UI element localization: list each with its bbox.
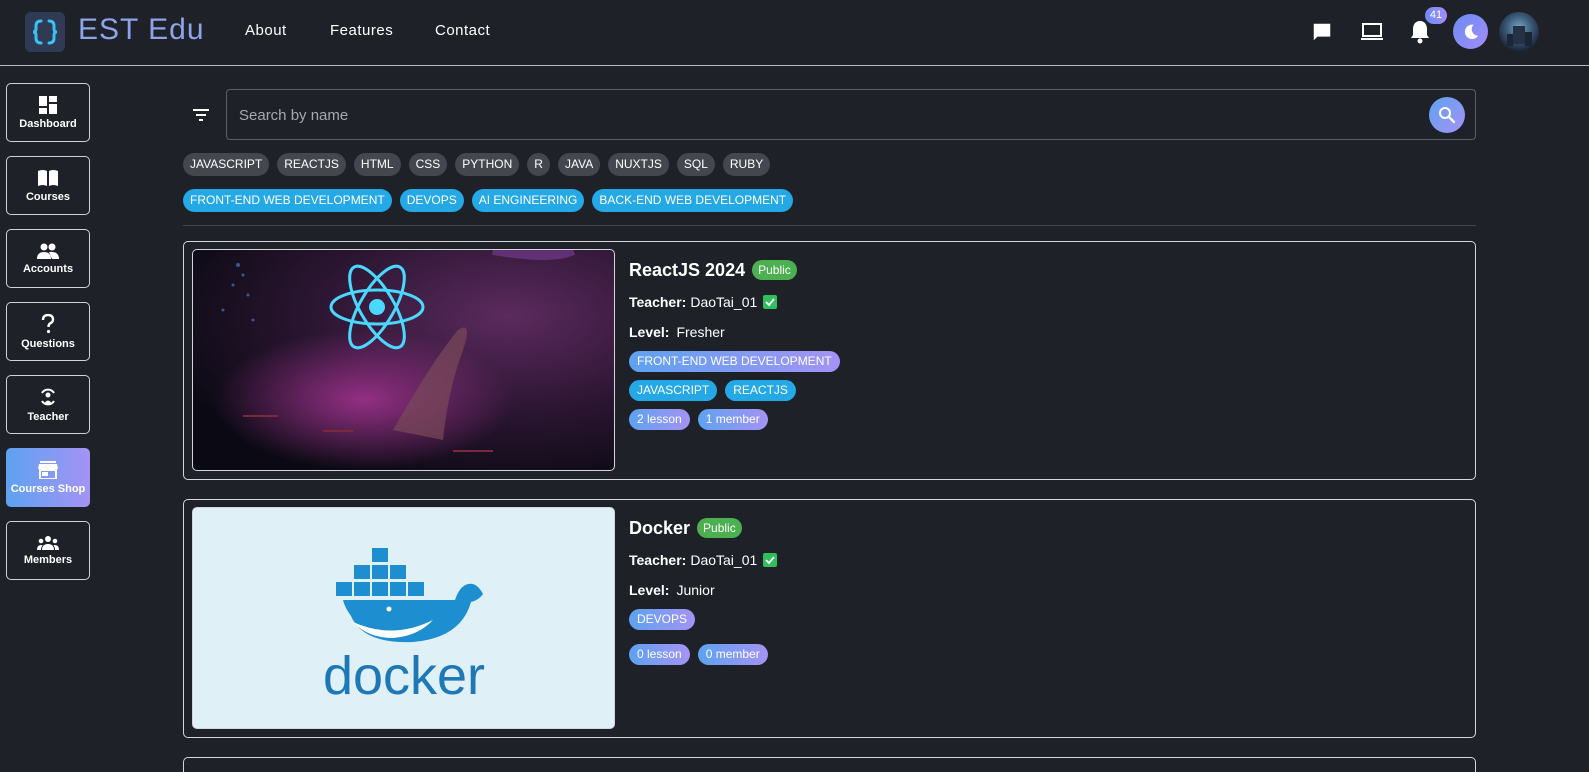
docker-logo-icon: docker — [323, 548, 485, 706]
course-title[interactable]: Docker — [629, 518, 690, 539]
verified-check-icon — [763, 295, 778, 309]
member-count: 0 member — [697, 644, 768, 665]
level-value: Fresher — [676, 324, 725, 340]
question-icon — [41, 313, 55, 333]
moon-icon — [1464, 24, 1478, 39]
chip-ruby[interactable]: RUBY — [722, 153, 771, 176]
level-line: Level: Fresher — [629, 322, 840, 342]
language-tag: REACTJS — [725, 380, 796, 401]
course-info: Docker Public Teacher: DaoTai_01 Level: … — [629, 516, 778, 665]
sidebar-item-courses[interactable]: Courses — [6, 156, 90, 215]
teacher-name[interactable]: DaoTai_01 — [690, 552, 757, 568]
chat-icon[interactable] — [1307, 17, 1337, 47]
react-logo-icon — [213, 250, 576, 470]
filter-icon[interactable] — [190, 104, 212, 126]
teacher-label: Teacher: — [629, 294, 687, 310]
category-tags: DEVOPS — [629, 609, 777, 630]
teacher-label: Teacher: — [629, 552, 687, 568]
verified-check-icon — [763, 553, 778, 567]
brand-name[interactable]: EST Edu — [78, 13, 205, 47]
chip-html[interactable]: HTML — [353, 153, 401, 176]
chip-r[interactable]: R — [527, 153, 550, 176]
course-stats: 0 lesson 0 member — [629, 644, 777, 665]
search-icon — [1439, 107, 1456, 124]
sidebar-item-label: Courses Shop — [10, 482, 86, 495]
sidebar-item-courses-shop[interactable]: Courses Shop — [6, 448, 90, 507]
lesson-count: 2 lesson — [629, 409, 690, 430]
people-icon — [37, 243, 59, 259]
nav-contact-link[interactable]: Contact — [435, 22, 490, 39]
book-icon — [38, 169, 58, 186]
category-tag: DEVOPS — [629, 609, 696, 630]
language-tags: JAVASCRIPT REACTJS — [629, 380, 840, 401]
sidebar-item-label: Courses — [25, 190, 71, 203]
sidebar-item-label: Questions — [21, 337, 75, 350]
nav-features-link[interactable]: Features — [330, 22, 393, 39]
teacher-icon — [41, 388, 55, 405]
teacher-line: Teacher: DaoTai_01 — [629, 550, 778, 570]
sidebar-item-members[interactable]: Members — [6, 521, 90, 580]
chip-reactjs[interactable]: REACTJS — [277, 153, 346, 176]
dark-mode-toggle[interactable] — [1453, 14, 1488, 49]
course-title[interactable]: ReactJS 2024 — [629, 260, 745, 281]
brand-logo-icon[interactable] — [25, 12, 65, 52]
course-info: ReactJS 2024 Public Teacher: DaoTai_01 L… — [629, 258, 840, 430]
sidebar-item-label: Teacher — [27, 410, 69, 423]
member-count: 1 member — [697, 409, 768, 430]
level-line: Level: Junior — [629, 580, 777, 600]
course-thumbnail — [192, 249, 615, 471]
level-label: Level: — [629, 582, 670, 598]
chip-front-end[interactable]: FRONT-END WEB DEVELOPMENT — [183, 189, 392, 212]
sidebar-item-teacher[interactable]: Teacher — [6, 375, 90, 434]
public-badge: Public — [752, 260, 797, 280]
teacher-line: Teacher: DaoTai_01 — [629, 292, 840, 312]
divider — [183, 225, 1476, 226]
chip-java[interactable]: JAVA — [557, 153, 601, 176]
search-button[interactable] — [1429, 97, 1465, 133]
sidebar-item-accounts[interactable]: Accounts — [6, 229, 90, 288]
chip-nuxtjs[interactable]: NUXTJS — [608, 153, 669, 176]
category-tags: FRONT-END WEB DEVELOPMENT — [629, 351, 840, 372]
chip-devops[interactable]: DEVOPS — [399, 189, 464, 212]
dashboard-icon — [39, 95, 57, 114]
course-thumbnail: docker — [192, 507, 615, 729]
category-filter-chips: FRONT-END WEB DEVELOPMENT DEVOPS AI ENGI… — [183, 189, 794, 212]
course-card[interactable]: docker Docker Public Teacher: DaoTai_01 … — [183, 499, 1476, 738]
sidebar-item-label: Accounts — [22, 262, 74, 275]
course-card[interactable] — [183, 757, 1476, 772]
lesson-count: 0 lesson — [629, 644, 690, 665]
store-icon — [38, 460, 58, 479]
search-input[interactable] — [239, 104, 1419, 126]
teacher-name[interactable]: DaoTai_01 — [690, 294, 757, 310]
public-badge: Public — [697, 518, 742, 538]
sidebar-item-questions[interactable]: Questions — [6, 302, 90, 361]
chip-sql[interactable]: SQL — [676, 153, 715, 176]
chip-javascript[interactable]: JAVASCRIPT — [183, 153, 270, 176]
level-value: Junior — [676, 582, 715, 598]
chip-ai-engineering[interactable]: AI ENGINEERING — [471, 189, 585, 212]
docker-logo-text: docker — [323, 646, 485, 706]
chip-css[interactable]: CSS — [408, 153, 448, 176]
course-stats: 2 lesson 1 member — [629, 409, 840, 430]
chip-back-end[interactable]: BACK-END WEB DEVELOPMENT — [592, 189, 794, 212]
level-label: Level: — [629, 324, 670, 340]
group-icon — [37, 535, 59, 550]
laptop-icon[interactable] — [1357, 17, 1387, 47]
course-card[interactable]: ReactJS 2024 Public Teacher: DaoTai_01 L… — [183, 241, 1476, 480]
user-avatar[interactable] — [1499, 12, 1539, 52]
nav-about-link[interactable]: About — [245, 22, 287, 39]
language-filter-chips: JAVASCRIPT REACTJS HTML CSS PYTHON R JAV… — [183, 153, 771, 176]
notification-count-badge: 41 — [1425, 7, 1447, 24]
search-box — [226, 89, 1476, 140]
chip-python[interactable]: PYTHON — [455, 153, 520, 176]
category-tag: FRONT-END WEB DEVELOPMENT — [629, 351, 840, 372]
sidebar-item-label: Dashboard — [19, 117, 77, 130]
sidebar-item-label: Members — [23, 553, 73, 566]
language-tag: JAVASCRIPT — [629, 380, 718, 401]
sidebar-item-dashboard[interactable]: Dashboard — [6, 83, 90, 142]
top-navbar: EST Edu About Features Contact 41 — [0, 0, 1589, 66]
